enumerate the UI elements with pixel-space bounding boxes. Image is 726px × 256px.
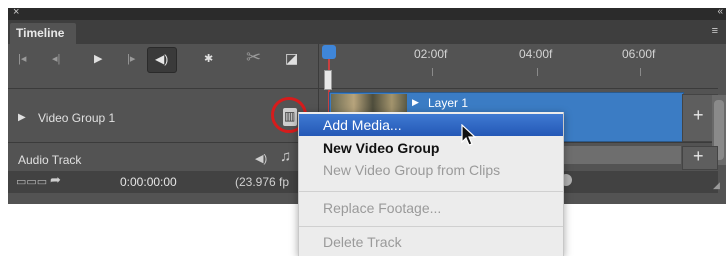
ruler-tick-label: 04:00f bbox=[519, 47, 553, 61]
panel-menu-icon[interactable]: ≡ bbox=[712, 25, 718, 37]
current-timecode: 0:00:00:00 bbox=[120, 175, 177, 189]
layer-label: Layer 1 bbox=[428, 96, 469, 110]
settings-gear-icon[interactable]: ✱ bbox=[204, 52, 213, 65]
collapse-panel-icon[interactable]: « bbox=[717, 6, 722, 17]
work-area-start-handle[interactable] bbox=[324, 70, 332, 90]
menu-item-add-media[interactable]: Add Media... bbox=[299, 114, 563, 136]
next-frame-icon[interactable]: |▸ bbox=[127, 52, 135, 65]
resize-grip-icon[interactable]: ◢ bbox=[713, 180, 720, 191]
render-icon[interactable]: ▭▭▭ bbox=[16, 175, 47, 188]
previous-frame-icon[interactable]: ◂| bbox=[52, 52, 60, 65]
music-note-icon[interactable]: ♫ bbox=[280, 148, 291, 165]
mouse-pointer-icon bbox=[461, 124, 477, 146]
close-panel-icon[interactable]: × bbox=[13, 6, 19, 18]
clip-thumbnail bbox=[331, 94, 407, 114]
plus-icon: + bbox=[693, 105, 704, 125]
ruler-tick bbox=[640, 68, 641, 76]
playhead-icon[interactable] bbox=[322, 45, 336, 59]
expand-arrow-icon[interactable]: ▶ bbox=[18, 112, 26, 123]
audio-track-label: Audio Track bbox=[18, 153, 82, 167]
tab-timeline[interactable]: Timeline bbox=[10, 23, 76, 44]
ruler-tick bbox=[432, 68, 433, 76]
export-arrow-icon[interactable]: ➦ bbox=[50, 172, 61, 188]
transition-icon[interactable]: ◪ bbox=[285, 50, 298, 67]
divider bbox=[8, 88, 718, 89]
ruler-tick bbox=[537, 68, 538, 76]
video-group-label: Video Group 1 bbox=[38, 111, 116, 125]
context-menu: Add Media... New Video Group New Video G… bbox=[298, 112, 564, 256]
split-scissors-icon[interactable]: ✂ bbox=[246, 47, 261, 68]
panel-title-bar: × « bbox=[8, 6, 726, 20]
menu-item-label: Delete Track bbox=[323, 234, 402, 250]
volume-icon: ◀) bbox=[155, 52, 169, 66]
ruler-tick-label: 02:00f bbox=[414, 47, 448, 61]
menu-item-new-video-group-from-clips: New Video Group from Clips bbox=[299, 159, 563, 181]
tab-timeline-label: Timeline bbox=[16, 26, 65, 40]
goto-first-frame-icon[interactable]: |◂ bbox=[18, 52, 26, 65]
audio-volume-icon[interactable]: ◀) bbox=[255, 152, 267, 165]
menu-item-label: New Video Group bbox=[323, 140, 440, 156]
play-icon[interactable]: ▶ bbox=[94, 52, 102, 65]
menu-item-delete-track: Delete Track bbox=[299, 231, 563, 253]
menu-item-label: New Video Group from Clips bbox=[323, 162, 501, 178]
menu-item-replace-footage: Replace Footage... bbox=[299, 197, 563, 219]
frame-rate: (23.976 fp bbox=[235, 175, 290, 189]
expand-arrow-icon[interactable]: ▶ bbox=[412, 97, 419, 108]
menu-separator bbox=[299, 226, 563, 227]
menu-item-label: Add Media... bbox=[323, 117, 402, 133]
menu-item-label: Replace Footage... bbox=[323, 200, 442, 216]
panel-tab-row bbox=[8, 20, 726, 44]
menu-item-new-video-group[interactable]: New Video Group bbox=[299, 137, 563, 159]
ruler-tick-label: 06:00f bbox=[622, 47, 656, 61]
menu-separator bbox=[299, 191, 563, 192]
add-audio-button[interactable]: + bbox=[682, 146, 718, 170]
plus-icon: + bbox=[693, 146, 704, 166]
mute-audio-button[interactable]: ◀) bbox=[147, 47, 177, 73]
